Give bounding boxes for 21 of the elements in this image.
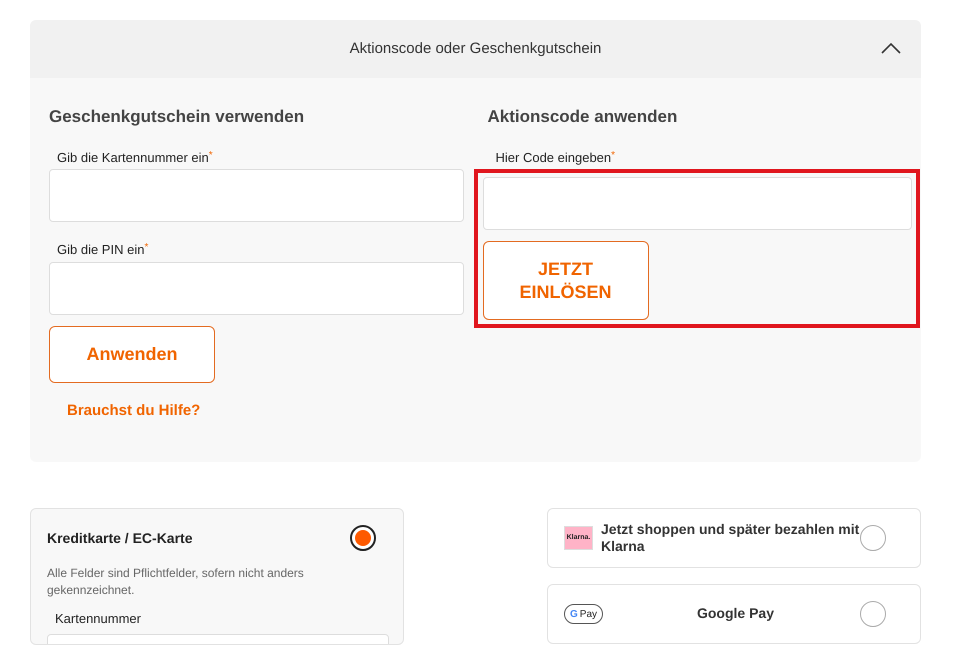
chevron-up-icon[interactable] [881, 42, 901, 54]
accordion-title[interactable]: Aktionscode oder Geschenkgutschein [350, 38, 602, 60]
google-logo-letter: G [570, 608, 578, 622]
payment-title: Google Pay [696, 605, 776, 623]
logo-text: Pay [580, 608, 598, 622]
field-label: Kartennummer [55, 610, 142, 628]
input-field[interactable] [49, 262, 464, 314]
radio-button[interactable] [860, 525, 886, 551]
radio-button[interactable] [350, 525, 376, 551]
field-label: Hier Code eingeben* [494, 148, 616, 167]
info-text: Alle Felder sind Pflichtfelder, sofern nicht anders gekennzeichnet. [47, 565, 305, 599]
field-label: Gib die PIN ein* [56, 241, 150, 259]
input-field[interactable] [49, 169, 464, 222]
radio-button[interactable] [860, 601, 886, 627]
input-field[interactable] [482, 177, 912, 230]
payment-title: Jetzt shoppen und später bezahlen mit Klarna [601, 520, 860, 556]
payment-title: Kreditkarte / EC-Karte [47, 528, 192, 548]
field-label: Gib die Kartennummer ein* [56, 148, 214, 166]
section-heading: Geschenkgutschein verwenden [49, 106, 306, 128]
section-heading: Aktionscode anwenden [488, 106, 678, 128]
payment-option[interactable]: G Pay Google Pay [547, 584, 921, 644]
